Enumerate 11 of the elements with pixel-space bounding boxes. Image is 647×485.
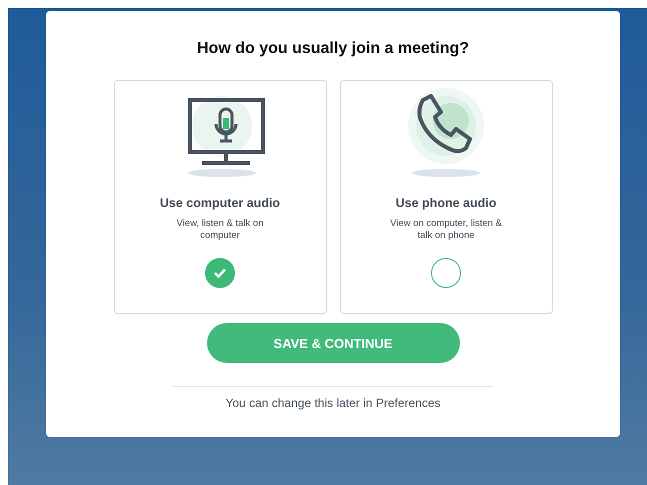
option-description: View, listen & talk on computer bbox=[176, 218, 264, 243]
dialog-title: How do you usually join a meeting? bbox=[196, 40, 470, 59]
option-description: View on computer, listen & talk on phone bbox=[390, 218, 502, 243]
checkmark-icon bbox=[213, 267, 227, 279]
option-title: Use phone audio bbox=[396, 196, 496, 210]
radio-button[interactable] bbox=[205, 258, 235, 288]
footnote-text: You can change this later in Preferences bbox=[225, 396, 441, 410]
option-card[interactable]: Use phone audio View on computer, listen & talk on phone bbox=[340, 80, 552, 314]
option-card[interactable]: Use computer audio View, listen & talk on computer bbox=[114, 80, 326, 314]
option-title: Use computer audio bbox=[160, 196, 280, 210]
radio-button[interactable] bbox=[431, 258, 461, 288]
